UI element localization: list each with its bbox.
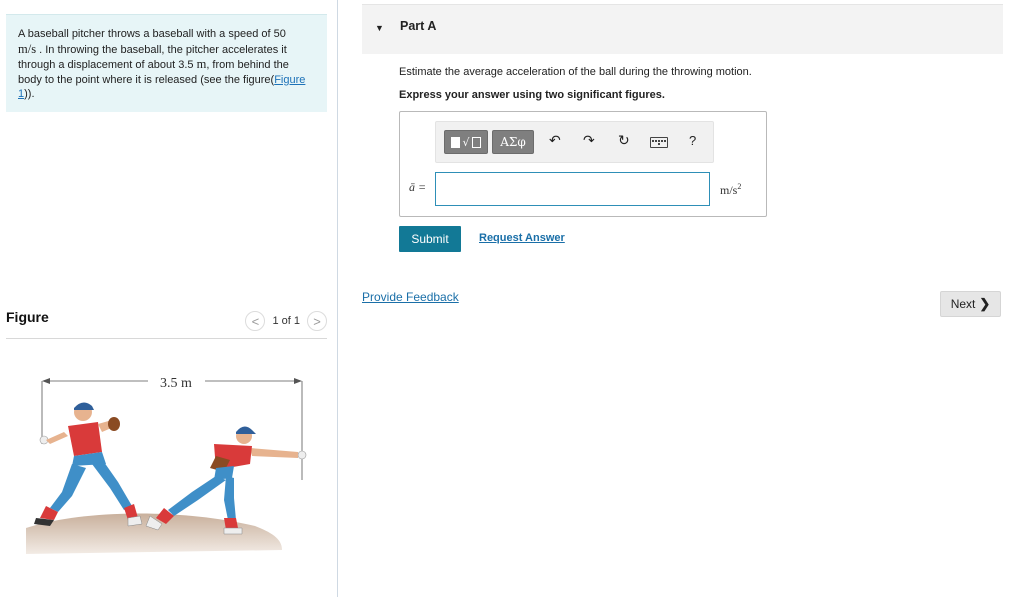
submit-button[interactable]: Submit — [399, 226, 461, 252]
square-root-templates-icon: √ — [462, 135, 470, 149]
arrowhead-left-icon — [42, 378, 50, 384]
answer-input[interactable] — [435, 172, 710, 206]
help-button[interactable]: ? — [689, 133, 696, 148]
problem-text-1: A baseball pitcher throws a baseball wit… — [18, 28, 286, 40]
template-square-icon — [451, 136, 461, 148]
figure-page-indicator: 1 of 1 — [272, 315, 300, 327]
arrowhead-right-icon — [294, 378, 302, 384]
pitcher-release — [145, 426, 307, 535]
reset-icon[interactable]: ↻ — [618, 133, 630, 149]
keyboard-icon[interactable] — [650, 137, 668, 148]
greek-symbols-button[interactable]: ΑΣφ — [492, 130, 534, 154]
panel-divider — [337, 0, 338, 597]
unit-exponent: 2 — [737, 182, 742, 191]
dimension-label: 3.5 m — [160, 376, 192, 391]
figure-illustration: 3.5 m — [20, 360, 320, 560]
figure-pagination: < 1 of 1 > — [245, 311, 327, 331]
unit-base: m/s — [720, 183, 738, 197]
distance-unit: m — [196, 57, 207, 72]
problem-statement: A baseball pitcher throws a baseball wit… — [6, 14, 327, 112]
undo-icon[interactable]: ↶ — [549, 133, 561, 149]
pitcher-windup — [34, 402, 143, 527]
variable-label: ā = — [409, 180, 427, 194]
pitcher-figure-image: 3.5 m — [26, 376, 307, 554]
prev-figure-button[interactable]: < — [245, 311, 266, 331]
question-text: Estimate the average acceleration of the… — [399, 66, 752, 78]
collapse-caret-icon[interactable]: ▼ — [375, 23, 384, 33]
next-label: Next — [950, 297, 976, 311]
templates-button[interactable]: √ — [444, 130, 488, 154]
next-button[interactable]: Next ❯ — [940, 291, 1001, 317]
speed-unit: m/s — [18, 41, 37, 56]
part-title: Part A — [400, 19, 437, 33]
provide-feedback-link[interactable]: Provide Feedback — [362, 290, 459, 304]
next-figure-button[interactable]: > — [307, 311, 327, 331]
part-a-header[interactable]: ▼ Part A — [362, 4, 1003, 54]
answer-entry-box: √ ΑΣφ ↶ ↷ ↻ ? ā = m/s2 — [399, 111, 767, 217]
instruction-text: Express your answer using two significan… — [399, 89, 665, 101]
chevron-right-icon: ❯ — [979, 296, 991, 311]
figure-header: Figure < 1 of 1 > — [6, 307, 327, 339]
chevron-left-icon: < — [251, 313, 260, 329]
chevron-right-icon: > — [313, 313, 321, 329]
request-answer-link[interactable]: Request Answer — [479, 232, 565, 244]
figure-title: Figure — [6, 309, 49, 325]
unit-label: m/s2 — [720, 182, 741, 198]
template-box-icon — [471, 136, 481, 148]
math-toolbar: √ ΑΣφ ↶ ↷ ↻ ? — [435, 121, 714, 163]
problem-text-4: )). — [24, 88, 35, 101]
redo-icon[interactable]: ↷ — [583, 133, 595, 149]
